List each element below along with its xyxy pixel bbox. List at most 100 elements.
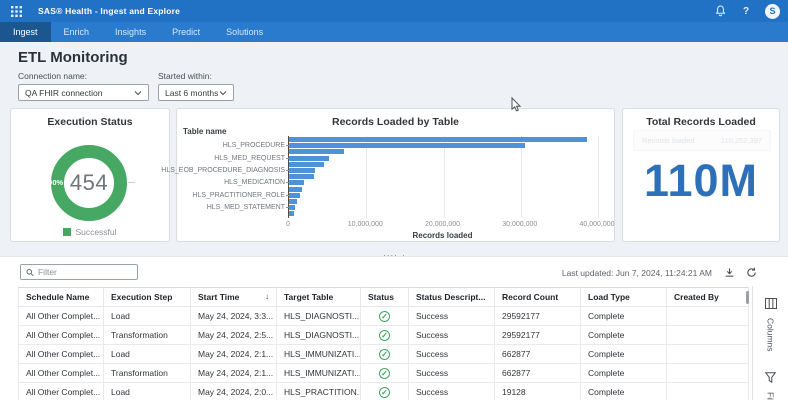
- table-row[interactable]: All Other Complet...LoadMay 24, 2024, 2:…: [19, 383, 749, 400]
- ghost-label: Records loaded: [642, 136, 695, 145]
- cell-status: ✓: [361, 345, 409, 364]
- bar-HLS_MED_REQUEST[interactable]: [289, 156, 329, 161]
- side-panel-item-filters[interactable]: Filters: [753, 360, 788, 400]
- column-header-start-time[interactable]: Start Time↓: [191, 288, 277, 307]
- bar-chart-plot-area: HLS_PROCEDUREHLS_MED_REQUESTHLS_EOB_PROC…: [288, 136, 597, 218]
- execution-status-donut[interactable]: 454 100%: [51, 145, 127, 221]
- cell-status-descript-: Success: [409, 383, 495, 400]
- bar-chart-y-axis-title: Table name: [183, 127, 226, 136]
- cell-execution-step: Load: [104, 307, 191, 326]
- column-header-status-descript-[interactable]: Status Descript...: [409, 288, 495, 307]
- tab-insights[interactable]: Insights: [102, 22, 159, 42]
- cell-status-descript-: Success: [409, 307, 495, 326]
- page-title: ETL Monitoring: [18, 49, 128, 66]
- column-header-record-count[interactable]: Record Count: [495, 288, 581, 307]
- table-row[interactable]: All Other Complet...LoadMay 24, 2024, 3:…: [19, 307, 749, 326]
- bar-unlabeled-12[interactable]: [289, 211, 294, 216]
- bar-y-tick: [286, 182, 289, 183]
- cell-start-time: May 24, 2024, 2:1...: [191, 345, 277, 364]
- cell-target-table: HLS_PRACTITION...: [277, 383, 361, 400]
- refresh-icon[interactable]: [744, 265, 758, 279]
- help-icon[interactable]: ?: [739, 4, 753, 18]
- column-header-status[interactable]: Status: [361, 288, 409, 307]
- notifications-bell-icon[interactable]: [713, 4, 727, 18]
- bar-unlabeled-6[interactable]: [289, 174, 314, 179]
- x-tick-label: 40,000,000: [579, 221, 614, 228]
- total-records-card: Total Records Loaded Records loaded 110,…: [622, 108, 780, 242]
- bar-HLS_PROCEDURE[interactable]: [289, 143, 525, 148]
- user-initial: S: [769, 6, 775, 16]
- tab-enrich[interactable]: Enrich: [51, 22, 103, 42]
- column-header-created-by[interactable]: Created By: [667, 288, 749, 307]
- download-icon[interactable]: [722, 265, 736, 279]
- legend-label-successful: Successful: [75, 227, 116, 237]
- filter-field[interactable]: [20, 264, 138, 280]
- filter-input[interactable]: [38, 267, 132, 277]
- started-within-select[interactable]: Last 6 months: [158, 84, 234, 101]
- table-header-row: Schedule NameExecution StepStart Time↓Ta…: [19, 288, 749, 307]
- cell-execution-step: Load: [104, 345, 191, 364]
- execution-status-title: Execution Status: [11, 116, 169, 128]
- execution-status-card: Execution Status 454 100% Successful: [10, 108, 170, 242]
- bar-unlabeled-8[interactable]: [289, 187, 302, 192]
- chevron-down-icon: [134, 90, 142, 96]
- started-within-label: Started within:: [158, 71, 234, 81]
- etl-table-section: Last updated: Jun 7, 2024, 11:24:21 AM S…: [0, 256, 788, 400]
- bar-chart-gridline: [366, 136, 367, 218]
- column-header-load-type[interactable]: Load Type: [581, 288, 667, 307]
- funnel-icon: [765, 370, 776, 388]
- etl-monitoring-table: Schedule NameExecution StepStart Time↓Ta…: [18, 287, 749, 400]
- column-header-execution-step[interactable]: Execution Step: [104, 288, 191, 307]
- column-header-schedule-name[interactable]: Schedule Name: [19, 288, 104, 307]
- table-row[interactable]: All Other Complet...LoadMay 24, 2024, 2:…: [19, 345, 749, 364]
- screen: SAS® Health - Ingest and Explore ? S Ing…: [0, 0, 788, 400]
- bar-y-label: HLS_PRACTITIONER_ROLE: [192, 192, 285, 199]
- connection-select[interactable]: QA FHIR connection: [18, 84, 149, 101]
- cell-load-type: Complete: [581, 307, 667, 326]
- connection-label: Connection name:: [18, 71, 149, 81]
- x-tick-label: 20,000,000: [425, 221, 460, 228]
- success-status-icon: ✓: [379, 330, 390, 341]
- tab-ingest[interactable]: Ingest: [0, 22, 51, 42]
- cell-status: ✓: [361, 364, 409, 383]
- cell-schedule-name: All Other Complet...: [19, 364, 104, 383]
- page-content: ETL Monitoring Connection name: QA FHIR …: [0, 42, 788, 400]
- bar-unlabeled-0[interactable]: [289, 137, 587, 142]
- bar-HLS_MED_STATEMENT[interactable]: [289, 205, 295, 210]
- cell-start-time: May 24, 2024, 3:3...: [191, 307, 277, 326]
- bar-y-tick: [286, 207, 289, 208]
- cell-target-table: HLS_DIAGNOSTI...: [277, 307, 361, 326]
- bar-unlabeled-4[interactable]: [289, 162, 324, 167]
- table-row[interactable]: All Other Complet...TransformationMay 24…: [19, 364, 749, 383]
- cell-record-count: 662877: [495, 364, 581, 383]
- last-updated-text: Last updated: Jun 7, 2024, 11:24:21 AM: [562, 268, 712, 278]
- donut-center-value: 454: [70, 170, 108, 196]
- bar-unlabeled-10[interactable]: [289, 199, 297, 204]
- cell-execution-step: Transformation: [104, 326, 191, 345]
- cell-load-type: Complete: [581, 326, 667, 345]
- cell-start-time: May 24, 2024, 2:5...: [191, 326, 277, 345]
- bar-y-tick: [286, 158, 289, 159]
- cell-status: ✓: [361, 383, 409, 400]
- bar-unlabeled-2[interactable]: [289, 149, 344, 154]
- user-avatar[interactable]: S: [765, 4, 780, 19]
- bar-y-label: HLS_PROCEDURE: [223, 142, 285, 149]
- bar-HLS_MEDICATION[interactable]: [289, 180, 304, 185]
- right-side-panel: ColumnsFilters: [752, 286, 788, 400]
- column-header-target-table[interactable]: Target Table: [277, 288, 361, 307]
- cell-status-descript-: Success: [409, 364, 495, 383]
- cell-execution-step: Load: [104, 383, 191, 400]
- bar-HLS_EOB_PROCEDURE_DIAGNOSIS[interactable]: [289, 168, 315, 173]
- tab-solutions[interactable]: Solutions: [213, 22, 276, 42]
- table-row[interactable]: All Other Complet...TransformationMay 24…: [19, 326, 749, 345]
- side-panel-item-columns[interactable]: Columns: [753, 286, 788, 360]
- cell-start-time: May 24, 2024, 2:1...: [191, 364, 277, 383]
- table-scrollbar-thumb[interactable]: [746, 291, 749, 304]
- app-title: SAS® Health - Ingest and Explore: [38, 6, 180, 16]
- bar-HLS_PRACTITIONER_ROLE[interactable]: [289, 193, 300, 198]
- cell-schedule-name: All Other Complet...: [19, 383, 104, 400]
- tab-predict[interactable]: Predict: [159, 22, 213, 42]
- started-within-value: Last 6 months: [165, 88, 218, 98]
- legend-swatch-successful: [63, 228, 71, 236]
- app-launcher-icon[interactable]: [8, 3, 24, 19]
